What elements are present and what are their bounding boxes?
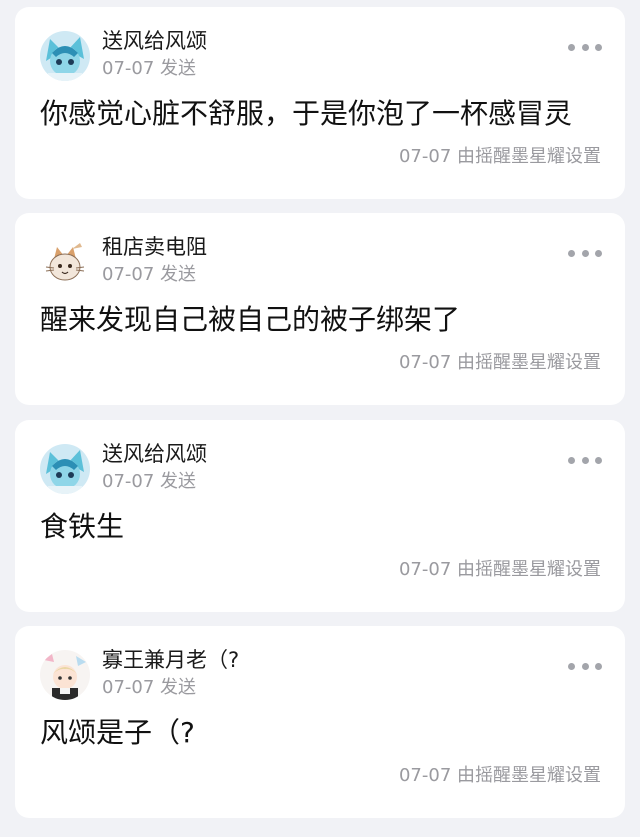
post-footer: 07-07 由摇醒墨星耀设置 [398, 352, 601, 373]
post-author[interactable]: 送风给风颂 [102, 441, 207, 467]
post-content: 风颂是子（? [40, 716, 195, 749]
post-card[interactable]: 送风给风颂 07-07 发送 食铁生 07-07 由摇醒墨星耀设置 [15, 420, 625, 612]
post-time: 07-07 发送 [102, 58, 197, 79]
post-content: 你感觉心脏不舒服，于是你泡了一杯感冒灵 [40, 97, 573, 130]
more-options-icon[interactable] [568, 41, 602, 53]
cat-avatar-icon[interactable] [40, 237, 90, 287]
post-footer: 07-07 由摇醒墨星耀设置 [398, 146, 601, 167]
post-author[interactable]: 寡王兼月老（? [102, 647, 239, 673]
post-time: 07-07 发送 [102, 471, 197, 492]
glaceon-avatar-icon[interactable] [40, 31, 90, 81]
more-options-icon[interactable] [568, 454, 602, 466]
anime-avatar-icon[interactable] [40, 650, 90, 700]
post-content: 食铁生 [40, 510, 125, 543]
post-author[interactable]: 租店卖电阻 [102, 234, 207, 260]
post-footer: 07-07 由摇醒墨星耀设置 [398, 559, 601, 580]
more-options-icon[interactable] [568, 660, 602, 672]
post-card[interactable]: 寡王兼月老（? 07-07 发送 风颂是子（? 07-07 由摇醒墨星耀设置 [15, 626, 625, 818]
post-card[interactable]: 租店卖电阻 07-07 发送 醒来发现自己被自己的被子绑架了 07-07 由摇醒… [15, 213, 625, 405]
post-time: 07-07 发送 [102, 264, 197, 285]
post-author[interactable]: 送风给风颂 [102, 28, 207, 54]
more-options-icon[interactable] [568, 247, 602, 259]
post-footer: 07-07 由摇醒墨星耀设置 [398, 765, 601, 786]
post-card[interactable]: 送风给风颂 07-07 发送 你感觉心脏不舒服，于是你泡了一杯感冒灵 07-07… [15, 7, 625, 199]
post-content: 醒来发现自己被自己的被子绑架了 [40, 303, 461, 336]
glaceon-avatar-icon[interactable] [40, 444, 90, 494]
post-time: 07-07 发送 [102, 677, 197, 698]
